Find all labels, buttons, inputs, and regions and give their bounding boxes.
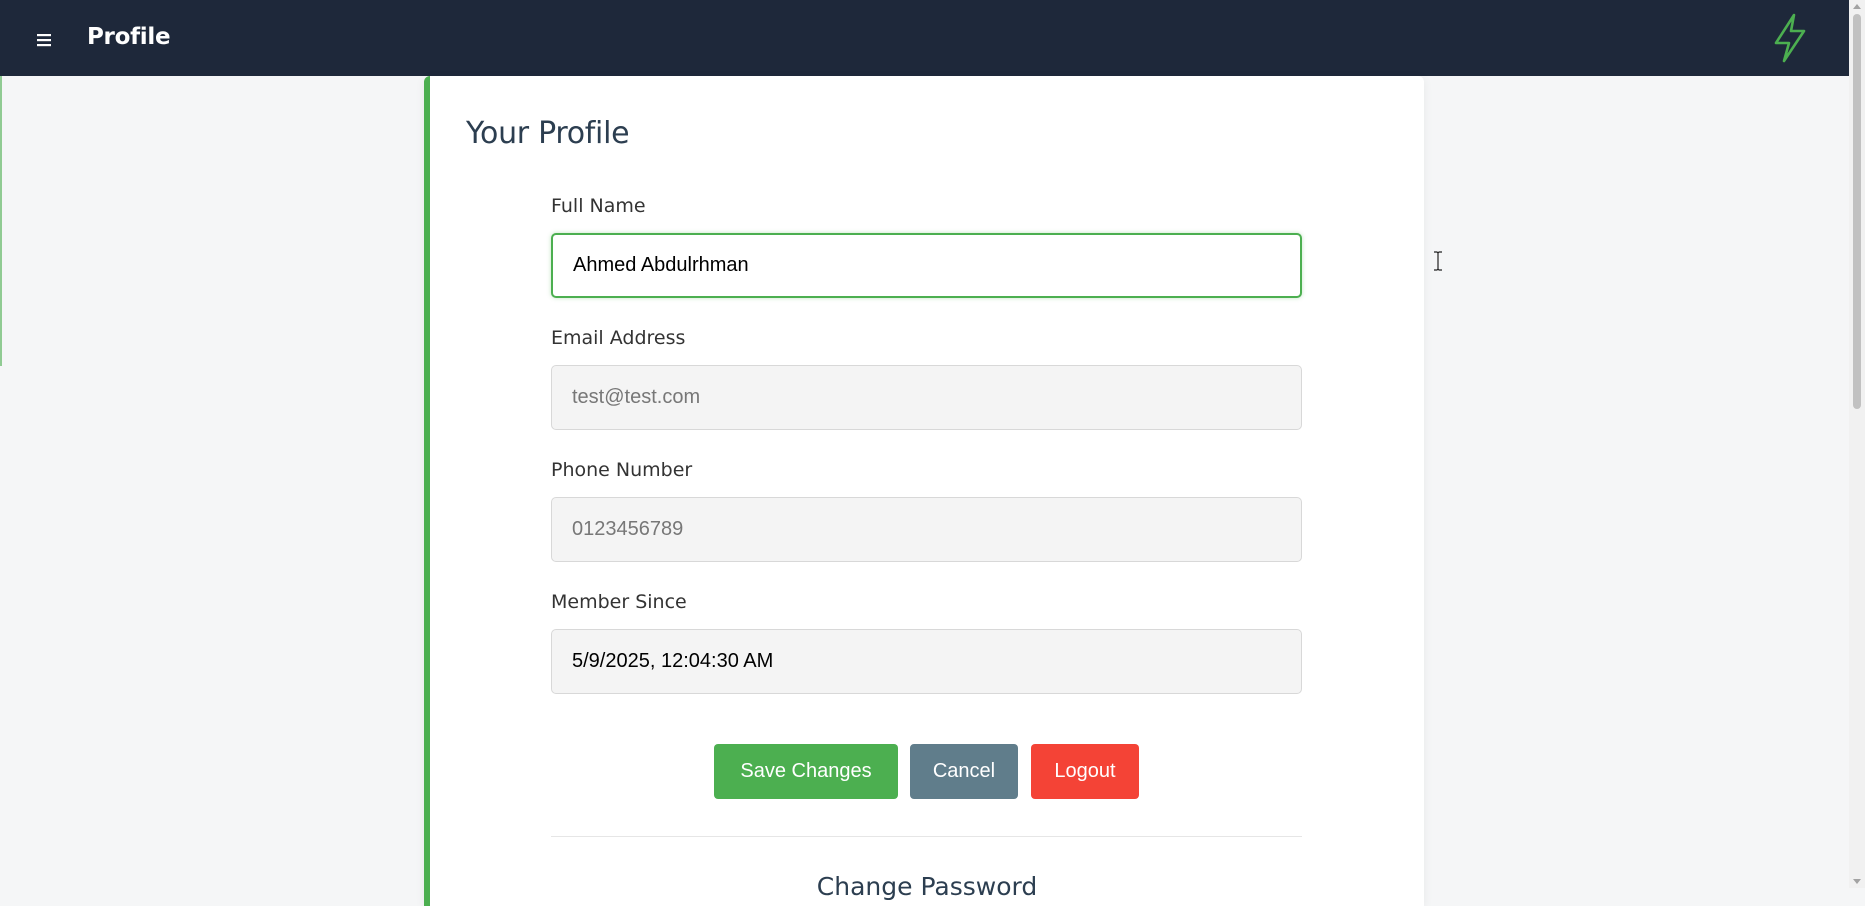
member-since-label: Member Since xyxy=(551,591,687,613)
sidebar-edge xyxy=(0,76,2,366)
section-divider xyxy=(551,836,1302,837)
hamburger-menu-icon xyxy=(37,34,51,47)
top-bar: Profile xyxy=(0,0,1849,76)
profile-card: Your Profile Full Name Email Address Pho… xyxy=(424,76,1424,906)
logout-button[interactable]: Logout xyxy=(1031,744,1139,799)
full-name-label: Full Name xyxy=(551,195,646,217)
vertical-scrollbar[interactable] xyxy=(1849,0,1865,888)
cancel-button[interactable]: Cancel xyxy=(910,744,1018,799)
phone-input xyxy=(551,497,1302,562)
hamburger-menu-button[interactable] xyxy=(21,21,67,59)
save-changes-button[interactable]: Save Changes xyxy=(714,744,898,799)
change-password-heading: Change Password xyxy=(816,872,1038,901)
phone-label: Phone Number xyxy=(551,459,693,481)
page-title: Profile xyxy=(87,24,171,50)
scroll-down-arrow-icon[interactable] xyxy=(1853,879,1861,884)
profile-heading: Your Profile xyxy=(466,116,630,151)
scrollbar-thumb[interactable] xyxy=(1853,14,1861,409)
email-label: Email Address xyxy=(551,327,686,349)
text-cursor-icon xyxy=(1434,251,1442,271)
email-input xyxy=(551,365,1302,430)
scroll-up-arrow-icon[interactable] xyxy=(1853,4,1861,9)
full-name-input[interactable] xyxy=(551,233,1302,298)
lightning-bolt-icon[interactable] xyxy=(1768,12,1812,64)
member-since-input xyxy=(551,629,1302,694)
